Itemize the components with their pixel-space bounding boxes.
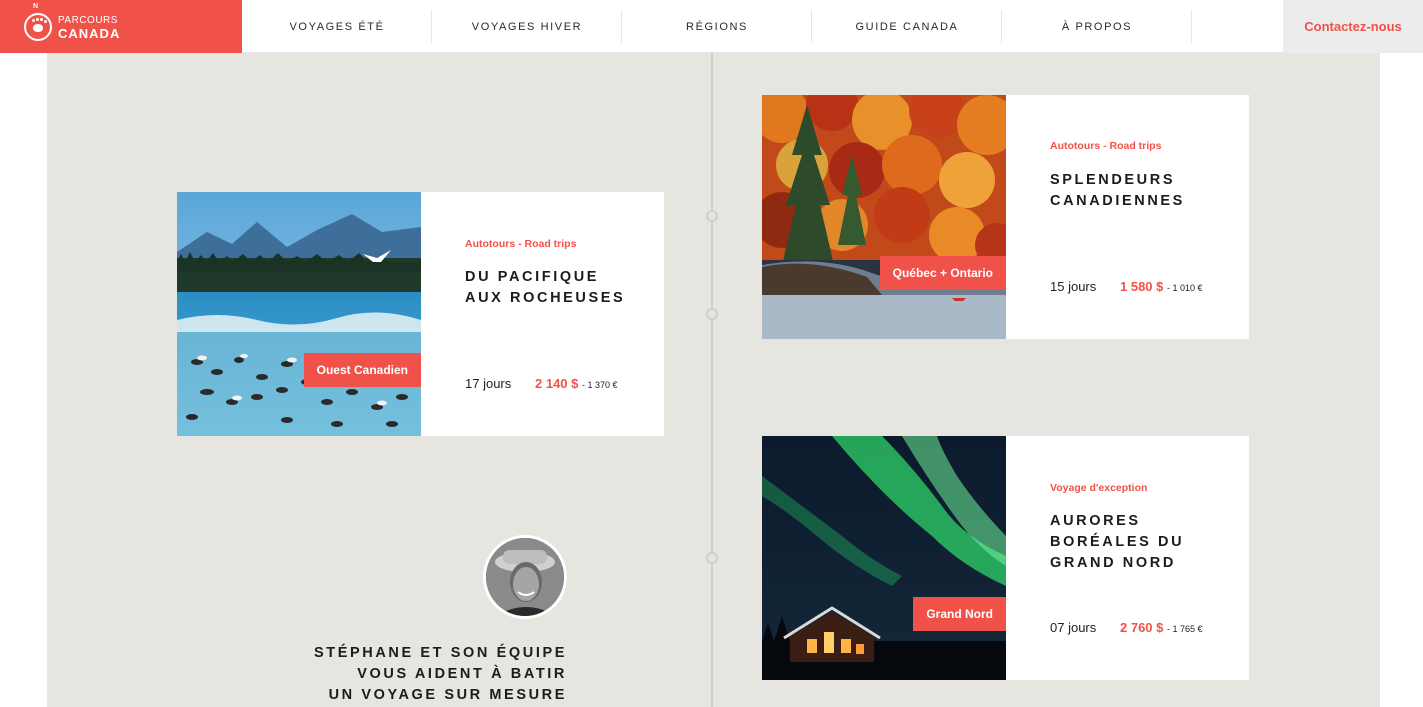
trip-title-line: DU PACIFIQUE <box>465 269 600 285</box>
trip-card-body: Autotours - Road trips SPLENDEURS CANADI… <box>1006 95 1249 339</box>
timeline-dot <box>706 210 718 222</box>
trip-price-eur: - 1 765 € <box>1167 624 1203 634</box>
trip-card-body: Autotours - Road trips DU PACIFIQUE AUX … <box>421 192 664 436</box>
team-tagline-line: VOUS AIDENT À BATIR <box>357 666 567 682</box>
compass-letter: N <box>33 3 39 10</box>
brand-logo[interactable]: N PARCOURS CANADA <box>0 0 242 53</box>
nav-voyages-ete[interactable]: VOYAGES ÉTÉ <box>242 0 432 53</box>
advisor-avatar[interactable] <box>483 535 567 619</box>
trip-image-autumn-forest-lake: Québec + Ontario <box>762 95 1006 339</box>
timeline-dot <box>706 552 718 564</box>
trip-title: DU PACIFIQUE AUX ROCHEUSES <box>465 267 655 309</box>
timeline-dot <box>706 308 718 320</box>
trip-price-cad: 2 140 $ <box>535 376 579 391</box>
nav-guide-canada[interactable]: GUIDE CANADA <box>812 0 1002 53</box>
trip-price: 2 140 $ - 1 370 € <box>535 376 618 391</box>
trip-price: 2 760 $ - 1 765 € <box>1120 620 1203 635</box>
nav-voyages-hiver[interactable]: VOYAGES HIVER <box>432 0 622 53</box>
trip-price-cad: 2 760 $ <box>1120 620 1164 635</box>
trip-card-aurores[interactable]: Grand Nord Voyage d'exception AURORES BO… <box>762 436 1249 680</box>
trip-price-eur: - 1 370 € <box>582 380 618 390</box>
nav-regions[interactable]: RÉGIONS <box>622 0 812 53</box>
trip-duration: 17 jours <box>465 376 512 391</box>
contact-button[interactable]: Contactez-nous <box>1283 0 1423 53</box>
trip-card-splendeurs[interactable]: Québec + Ontario Autotours - Road trips … <box>762 95 1249 339</box>
trip-duration: 15 jours <box>1050 279 1097 294</box>
bear-paw-icon <box>24 13 52 41</box>
trip-price-cad: 1 580 $ <box>1120 279 1164 294</box>
trip-price-eur: - 1 010 € <box>1167 283 1203 293</box>
trip-title-line: AUX ROCHEUSES <box>465 290 626 306</box>
trip-duration: 07 jours <box>1050 620 1097 635</box>
brand-small-text: PARCOURS <box>58 15 118 26</box>
trip-title-line: GRAND NORD <box>1050 555 1176 571</box>
trip-image-coastal-mountains-seagulls: Ouest Canadien <box>177 192 421 436</box>
region-badge: Ouest Canadien <box>303 353 421 387</box>
timeline-line <box>711 53 713 707</box>
trip-title-line: SPLENDEURS <box>1050 172 1176 188</box>
trip-category: Voyage d'exception <box>1050 482 1148 494</box>
nav-a-propos[interactable]: À PROPOS <box>1002 0 1192 53</box>
trip-title-line: AURORES <box>1050 513 1141 529</box>
trip-title-line: CANADIENNES <box>1050 193 1185 209</box>
trip-card-body: Voyage d'exception AURORES BORÉALES DU G… <box>1006 436 1249 680</box>
trip-title: AURORES BORÉALES DU GRAND NORD <box>1050 511 1240 574</box>
trip-title: SPLENDEURS CANADIENNES <box>1050 170 1240 212</box>
trip-card-pacifique[interactable]: Ouest Canadien Autotours - Road trips DU… <box>177 192 664 436</box>
brand-large-text: CANADA <box>58 26 121 41</box>
trips-section: Ouest Canadien Autotours - Road trips DU… <box>47 53 1380 707</box>
site-header: N PARCOURS CANADA VOYAGES ÉTÉ VOYAGES HI… <box>0 0 1423 53</box>
trip-title-line: BORÉALES DU <box>1050 534 1185 550</box>
team-tagline-line: UN VOYAGE SUR MESURE <box>328 687 567 703</box>
region-badge: Grand Nord <box>913 597 1006 631</box>
trip-image-aurora-borealis-cabin: Grand Nord <box>762 436 1006 680</box>
team-tagline-line: STÉPHANE ET SON ÉQUIPE <box>314 645 567 661</box>
trip-price: 1 580 $ - 1 010 € <box>1120 279 1203 294</box>
trip-category: Autotours - Road trips <box>465 238 577 250</box>
team-tagline: STÉPHANE ET SON ÉQUIPE VOUS AIDENT À BAT… <box>305 643 567 706</box>
trip-category: Autotours - Road trips <box>1050 140 1162 152</box>
region-badge: Québec + Ontario <box>879 256 1006 290</box>
main-nav: VOYAGES ÉTÉ VOYAGES HIVER RÉGIONS GUIDE … <box>242 0 1192 53</box>
